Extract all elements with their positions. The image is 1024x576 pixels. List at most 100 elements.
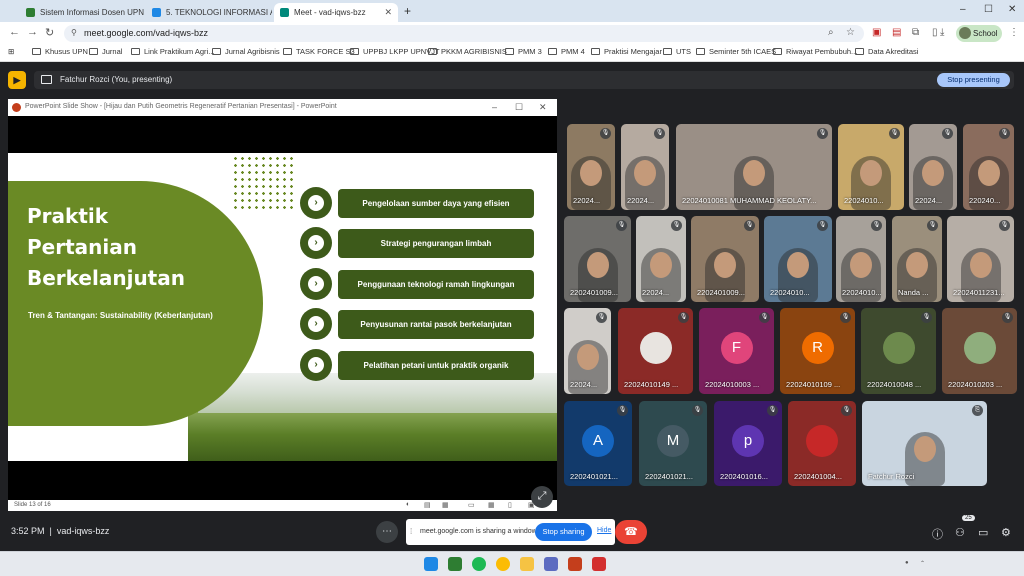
participant-tile[interactable]: 🎙 2202401004... [788, 401, 856, 486]
stop-sharing-button[interactable]: Stop sharing [535, 523, 592, 541]
expand-icon[interactable]: ⤢ [531, 486, 553, 508]
powerpoint-icon[interactable] [568, 557, 582, 571]
new-tab-icon[interactable]: + [404, 4, 411, 18]
file-explorer-icon[interactable] [520, 557, 534, 571]
bookmark-item[interactable]: Jurnal Agribisnis [212, 47, 280, 56]
bookmark-item[interactable]: PKKM AGRIBISNIS [428, 47, 507, 56]
participant-tile[interactable]: 🎙 22024010... [764, 216, 832, 302]
participant-tile[interactable]: 🎙 22024010203 ... [942, 308, 1017, 394]
windows-start-icon[interactable] [424, 557, 438, 571]
apps-icon[interactable]: ⊞ [8, 47, 14, 56]
window-close-icon[interactable]: ✕ [1008, 4, 1016, 15]
reload-icon[interactable]: ↻ [45, 26, 54, 39]
profile-button[interactable]: School [956, 25, 1002, 42]
participant-name: 22024... [915, 196, 943, 205]
meeting-details-icon[interactable]: ⓘ [932, 526, 943, 542]
participant-tile[interactable]: 🎙 2202401009... [564, 216, 631, 302]
bookmark-item[interactable]: Khusus UPN [32, 47, 88, 56]
maximize-icon[interactable]: ☐ [515, 102, 523, 113]
participant-tile[interactable]: 🎙 Nanda ... [892, 216, 942, 302]
participant-tile[interactable]: M 🎙 2202401021... [639, 401, 707, 486]
minimize-icon[interactable]: – [492, 102, 497, 112]
bookmark-item[interactable]: Riwayat Pembubuh... [773, 47, 857, 56]
leave-call-button[interactable]: ☎ [615, 520, 647, 544]
folder-icon [773, 48, 782, 55]
back-icon[interactable]: ← [9, 26, 20, 38]
bookmark-item[interactable]: Jurnal [89, 47, 122, 56]
chevron-right-icon: › [308, 276, 324, 292]
bookmark-star-icon[interactable]: ☆ [846, 27, 855, 38]
bookmark-item[interactable]: PMM 3 [505, 47, 542, 56]
stop-presenting-button[interactable]: Stop presenting [937, 73, 1010, 87]
normal-view-icon[interactable]: ▭ [468, 501, 475, 509]
bookmark-item[interactable]: PMM 4 [548, 47, 585, 56]
tab-title: Sistem Informasi Dosen UPN V [40, 8, 144, 17]
bookmark-item[interactable]: Seminter 5th ICAES [696, 47, 776, 56]
chat-icon[interactable]: ▭ [978, 526, 988, 539]
participant-tile[interactable]: 🎙 2202401009... [691, 216, 759, 302]
drag-handle-icon[interactable]: ⁞ [410, 527, 412, 536]
menu-icon[interactable]: ⋮ [1009, 27, 1019, 38]
tab-sistem-informasi[interactable]: Sistem Informasi Dosen UPN V [20, 3, 144, 22]
participant-tile[interactable]: 🎙 22024010048 ... [861, 308, 936, 394]
side-panel-icon[interactable]: ▯ [932, 27, 938, 38]
reading-view-icon[interactable]: ▯ [508, 501, 512, 509]
bookmark-item[interactable]: Praktisi Mengajar [591, 47, 662, 56]
accessibility-icon[interactable]: ◐ [406, 501, 410, 508]
forward-icon[interactable]: → [27, 26, 38, 38]
view-icon[interactable]: ▦ [442, 501, 449, 509]
tab-teknologi-informasi[interactable]: 5. TEKNOLOGI INFORMASI AGR [146, 3, 272, 22]
close-tab-icon[interactable]: ✕ [384, 7, 392, 18]
participant-tile[interactable]: p 🎙 2202401016... [714, 401, 782, 486]
participant-tile[interactable]: 🎙 22024... [621, 124, 669, 210]
app-icon[interactable] [544, 557, 558, 571]
participant-tile[interactable]: 🎙 22024010... [836, 216, 886, 302]
participant-tile[interactable]: 🎙 22024... [636, 216, 686, 302]
extension-new-icon[interactable]: ▣ [872, 27, 881, 38]
participant-tile[interactable]: 🎙 22024010... [838, 124, 904, 210]
spotify-icon[interactable] [472, 557, 486, 571]
search-icon[interactable]: ⌕ [828, 27, 834, 38]
extension-pdf-icon[interactable]: ▤ [892, 27, 901, 38]
hide-link[interactable]: Hide [597, 527, 611, 534]
more-options-icon[interactable]: ⋯ [376, 521, 398, 543]
bookmark-item[interactable]: Data Akreditasi [855, 47, 918, 56]
system-tray-icon[interactable]: ⌃ [920, 560, 925, 567]
tab-favicon [26, 8, 35, 17]
sorter-view-icon[interactable]: ▦ [488, 501, 495, 509]
close-icon[interactable]: ✕ [539, 102, 547, 113]
participant-tile[interactable]: 🎙 22024010081 MUHAMMAD KEOLATY... [676, 124, 832, 210]
extensions-icon[interactable]: ⧉ [912, 27, 919, 38]
participant-tile[interactable]: 🎙 220240... [963, 124, 1014, 210]
participant-tile[interactable]: 🎙 22024010149 ... [618, 308, 693, 394]
tab-meet[interactable]: Meet - vad-iqws-bzz ✕ [274, 3, 398, 22]
participant-tile[interactable]: A 🎙 2202401021... [564, 401, 632, 486]
whatsapp-icon[interactable] [448, 557, 462, 571]
participant-name: 22024010081 MUHAMMAD KEOLATY... [682, 196, 817, 205]
bookmark-item[interactable]: UTS [663, 47, 691, 56]
url-field[interactable]: ⚲ meet.google.com/vad-iqws-bzz [64, 25, 864, 42]
bookmark-item[interactable]: UPPBJ LKPP UPNVJT [350, 47, 440, 56]
site-info-icon[interactable]: ⚲ [71, 28, 77, 37]
people-icon[interactable]: ⚇ [955, 526, 965, 539]
participant-name: 2202401004... [794, 472, 842, 481]
participant-tile[interactable]: F 🎙 22024010003 ... [699, 308, 774, 394]
slide-list-item: › Pengelolaan sumber daya yang efisien [300, 186, 534, 220]
minimize-icon[interactable]: – [960, 4, 966, 15]
chrome-icon[interactable] [496, 557, 510, 571]
activities-icon[interactable]: ⚙ [1001, 526, 1011, 539]
participant-tile[interactable]: 🎙 22024... [909, 124, 957, 210]
participant-tile[interactable]: 🎙 22024... [567, 124, 615, 210]
maximize-icon[interactable]: ☐ [984, 4, 993, 15]
bookmark-item[interactable]: Link Praktikum Agri... [131, 47, 214, 56]
participant-tile[interactable]: 🎙 22024... [564, 308, 611, 394]
download-icon[interactable]: ⤓ [940, 27, 944, 38]
participant-tile[interactable]: ⎘ Fatchur Rozci [862, 401, 987, 486]
bookmark-item[interactable]: TASK FORCE S3 [283, 47, 355, 56]
mic-off-icon: 🎙 [678, 312, 689, 323]
participant-tile[interactable]: R 🎙 22024010109 ... [780, 308, 855, 394]
notes-icon[interactable]: ▤ [424, 501, 431, 509]
participant-tile[interactable]: 🎙 22024011231... [947, 216, 1014, 302]
microphone-icon[interactable]: ● [905, 560, 909, 566]
pdf-reader-icon[interactable] [592, 557, 606, 571]
